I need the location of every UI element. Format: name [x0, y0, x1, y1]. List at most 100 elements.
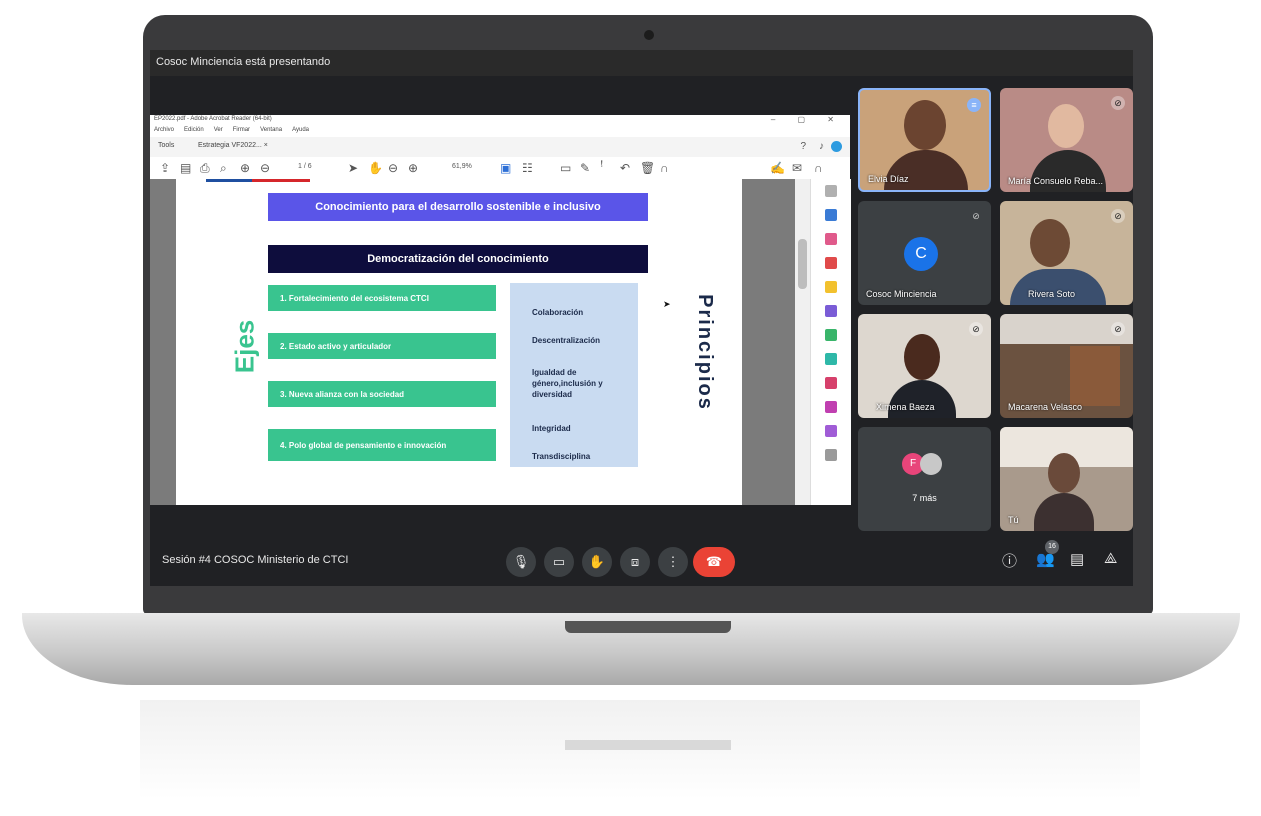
expand-rail-icon[interactable]	[825, 449, 837, 461]
present-button[interactable]: ⧈	[620, 547, 650, 577]
camera-button[interactable]: ▭	[544, 547, 574, 577]
participant-tile[interactable]: ≡ Elvia Díaz	[858, 88, 991, 192]
tab-document[interactable]: Estrategia VF2022... ×	[198, 142, 268, 149]
search-icon[interactable]: ⌕	[220, 161, 227, 176]
mic-icon: 🎙	[512, 554, 530, 569]
sign-icon[interactable]: ✍	[770, 161, 785, 175]
fill-sign-icon[interactable]	[825, 377, 837, 389]
participant-tile[interactable]: Tú	[1000, 427, 1133, 531]
reflection-notch	[565, 740, 731, 750]
principle-item: Descentralización	[532, 336, 601, 345]
participant-tile[interactable]: ⊘ Macarena Velasco	[1000, 314, 1133, 418]
zoom-field[interactable]: 61,9%	[452, 163, 472, 170]
mic-off-icon: ⊘	[969, 322, 983, 336]
principios-label: Principios	[693, 294, 716, 411]
page-up-icon[interactable]: ⊕	[240, 161, 250, 175]
organize-pages-icon[interactable]	[825, 329, 837, 341]
window-controls[interactable]: – ▢ ✕	[771, 115, 844, 124]
zoom-out-icon[interactable]: ⊖	[388, 161, 398, 175]
laptop-camera	[644, 30, 654, 40]
select-cursor-icon[interactable]: ➤	[348, 161, 358, 175]
export-pdf-icon[interactable]	[825, 209, 837, 221]
participant-name: Macarena Velasco	[1008, 402, 1083, 412]
pdf-scrollbar[interactable]	[795, 179, 810, 505]
hand-icon[interactable]: ✋	[368, 161, 383, 175]
laptop-reflection	[140, 700, 1140, 800]
comment-icon[interactable]: ▭	[560, 161, 571, 175]
participant-tile[interactable]: C ⊘ Cosoc Minciencia	[858, 201, 991, 305]
scan-icon[interactable]	[825, 353, 837, 365]
comment-tool-icon[interactable]	[825, 281, 837, 293]
highlight-icon[interactable]: ꜝ	[600, 161, 603, 175]
participant-video	[1010, 269, 1106, 305]
headphones-icon[interactable]: ∩	[660, 161, 669, 175]
pdf-viewport[interactable]: Conocimiento para el desarrollo sostenib…	[150, 179, 810, 505]
principle-item: Integridad	[532, 424, 571, 433]
undo-icon[interactable]: ↶	[620, 161, 630, 175]
acrobat-menubar: Archivo Edición Ver Firmar Ventana Ayuda	[150, 127, 850, 137]
more-options-button[interactable]: ⋮	[658, 547, 688, 577]
participant-video	[904, 100, 946, 150]
upload-icon[interactable]: ⇪	[160, 161, 170, 175]
menu-item[interactable]: Ver	[214, 127, 223, 133]
eje-item: 4. Polo global de pensamiento e innovaci…	[268, 429, 496, 461]
camera-icon: ▭	[552, 554, 566, 569]
page-counter[interactable]: 1 / 6	[298, 163, 312, 170]
scroll-mode-icon[interactable]: ☷	[522, 161, 533, 175]
menu-item[interactable]: Ventana	[260, 127, 282, 133]
protect-icon[interactable]	[825, 401, 837, 413]
participant-tile[interactable]: ⊘ Rivera Soto	[1000, 201, 1133, 305]
pen-icon[interactable]: ✎	[580, 161, 590, 175]
help-icon[interactable]: ?	[800, 141, 806, 152]
mic-off-icon: ⊘	[1111, 96, 1125, 110]
participant-name: María Consuelo Reba...	[1008, 176, 1104, 186]
tab-tools[interactable]: Tools	[158, 142, 174, 149]
bell-icon[interactable]: ♪	[819, 141, 824, 152]
laptop-hinge-notch	[565, 621, 731, 633]
principle-item: Colaboración	[532, 308, 584, 317]
hand-icon: ✋	[588, 554, 606, 569]
create-pdf-icon[interactable]	[825, 233, 837, 245]
zoom-tool-icon[interactable]	[825, 185, 837, 197]
raise-hand-button[interactable]: ✋	[582, 547, 612, 577]
participant-tile[interactable]: ⊘ María Consuelo Reba...	[1000, 88, 1133, 192]
save-icon[interactable]: ▤	[180, 161, 191, 175]
participant-video	[1048, 104, 1084, 148]
chat-button[interactable]: ▤	[1070, 550, 1084, 568]
scrollbar-thumb[interactable]	[798, 239, 807, 289]
audio-icon[interactable]: ∩	[814, 161, 823, 175]
email-icon[interactable]: ✉	[792, 161, 802, 175]
participant-video	[904, 334, 940, 380]
mic-button[interactable]: 🎙	[506, 547, 536, 577]
delete-icon[interactable]: 🗑	[640, 161, 655, 175]
zoom-in-icon[interactable]: ⊕	[408, 161, 418, 175]
menu-item[interactable]: Archivo	[154, 127, 174, 133]
participant-video	[884, 150, 968, 190]
menu-item[interactable]: Ayuda	[292, 127, 309, 133]
eje-item: 1. Fortalecimiento del ecosistema CTCI	[268, 285, 496, 311]
activities-button[interactable]: ⟁	[1104, 550, 1117, 567]
ejes-label: Ejes	[229, 319, 260, 374]
eje-item: 3. Nueva alianza con la sociedad	[268, 381, 496, 407]
meeting-info-button[interactable]: ⓘ	[1002, 550, 1017, 571]
combine-files-icon[interactable]	[825, 305, 837, 317]
end-call-button[interactable]: ☎	[693, 547, 735, 577]
avatar	[920, 453, 942, 475]
page-down-icon[interactable]: ⊖	[260, 161, 270, 175]
print-icon[interactable]: ⎙	[200, 161, 210, 176]
participant-video	[1030, 219, 1070, 267]
menu-item[interactable]: Firmar	[233, 127, 250, 133]
participant-tile[interactable]: F 7 más	[858, 427, 991, 531]
participant-video	[1034, 493, 1094, 531]
participant-tile[interactable]: ⊘ Ximena Baeza	[858, 314, 991, 418]
participant-name: Ximena Baeza	[876, 402, 935, 412]
page-fit-icon[interactable]: ▣	[500, 161, 511, 175]
edit-pdf-icon[interactable]	[825, 257, 837, 269]
participant-name: Cosoc Minciencia	[866, 289, 937, 299]
account-icon[interactable]	[831, 141, 842, 152]
presenting-bar: Cosoc Minciencia está presentando	[150, 50, 1133, 76]
menu-item[interactable]: Edición	[184, 127, 204, 133]
more-vert-icon: ⋮	[666, 554, 680, 569]
more-tools-icon[interactable]	[825, 425, 837, 437]
mic-off-icon: ⊘	[1111, 322, 1125, 336]
